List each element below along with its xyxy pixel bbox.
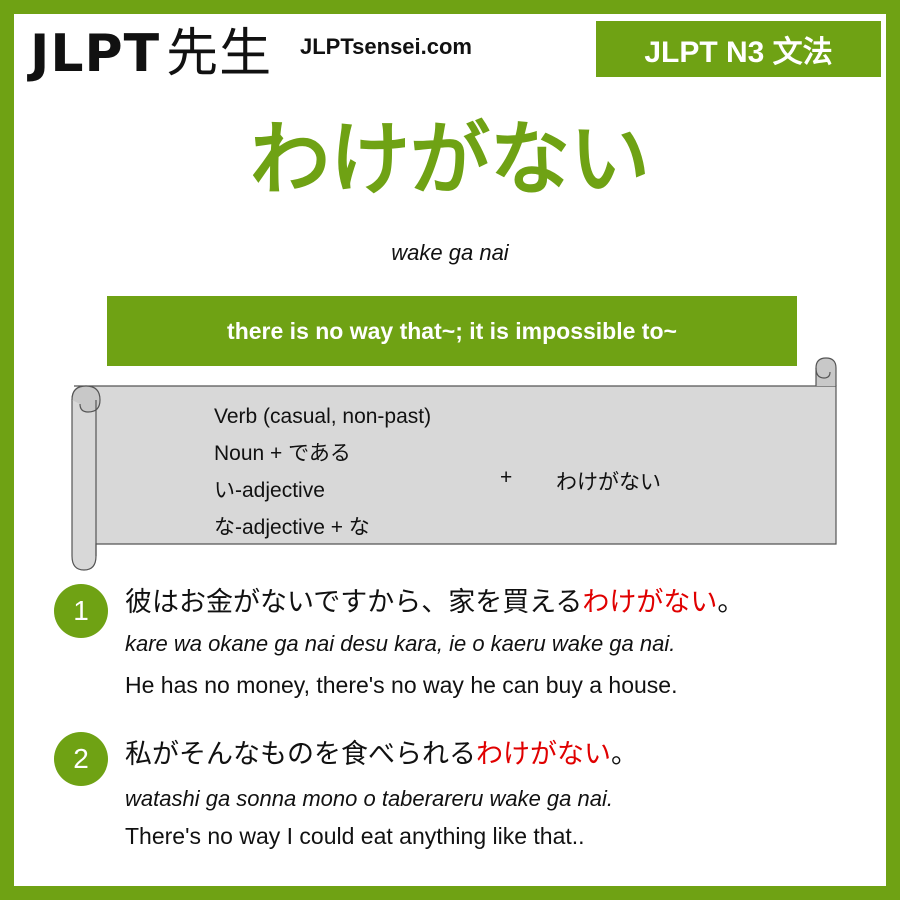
formation-target: わけがない <box>556 470 661 494</box>
example-romaji: kare wa okane ga nai desu kara, ie o kae… <box>125 631 676 656</box>
formation-item: な-adjective + な <box>214 516 370 539</box>
example-english: He has no money, there's no way he can b… <box>125 672 678 698</box>
scroll-banner-icon <box>71 357 837 571</box>
example-jp-highlight: わけがない <box>582 587 718 618</box>
logo-jlpt-text: JLPT <box>30 24 161 84</box>
meaning-text: there is no way that~; it is impossible … <box>227 317 677 344</box>
example-jp-text: 私がそんなものを食べられる <box>125 739 476 770</box>
example-japanese: 彼はお金がないですから、家を買えるわけがない。 <box>125 580 744 619</box>
example-english: There's no way I could eat anything like… <box>125 823 585 849</box>
level-badge: JLPT N3 文法 <box>596 21 881 77</box>
grammar-romaji: wake ga nai <box>391 240 509 265</box>
example-romaji: watashi ga sonna mono o taberareru wake … <box>125 786 613 811</box>
example-jp-highlight: わけがない <box>476 739 611 770</box>
logo-sensei-text: 先生 <box>166 24 273 84</box>
site-url-link[interactable]: JLPTsensei.com <box>300 34 472 60</box>
example-jp-text: 彼はお金がないですから、家を買える <box>125 587 583 618</box>
formation-item: Noun + である <box>214 442 351 465</box>
formation-item: Verb (casual, non-past) <box>214 405 432 428</box>
example-number-badge: 1 <box>54 584 108 638</box>
formation-plus: + <box>500 466 513 489</box>
example-number-badge: 2 <box>54 732 108 786</box>
example-jp-end: 。 <box>611 739 638 770</box>
grammar-title: わけがない <box>250 113 650 206</box>
example-japanese: 私がそんなものを食べられるわけがない。 <box>125 732 638 771</box>
jlpt-sensei-logo[interactable]: JLPT 先生 <box>30 24 272 84</box>
formation-list: Verb (casual, non-past) Noun + である い-adj… <box>214 398 431 546</box>
formation-item: い-adjective <box>214 479 325 502</box>
example-jp-end: 。 <box>717 587 745 618</box>
